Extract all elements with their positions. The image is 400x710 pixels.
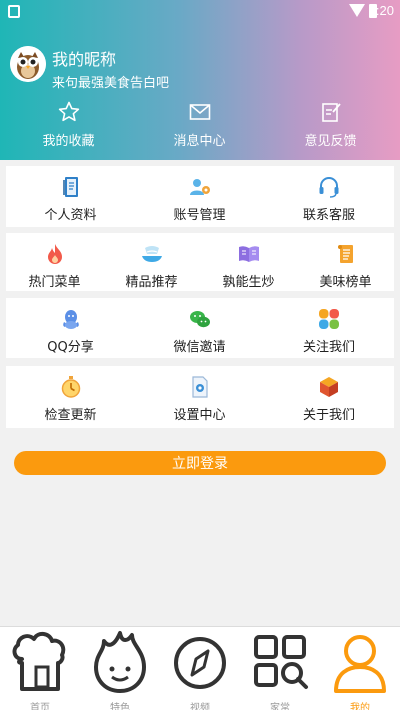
home-chef-icon <box>12 632 66 691</box>
tab-homestyle[interactable]: 家常 <box>240 629 320 710</box>
tab-mine[interactable]: 我的 <box>320 629 400 710</box>
wechat-invite-button[interactable]: 微信邀请 <box>135 298 264 358</box>
wechat-icon <box>189 311 210 328</box>
wifi-icon <box>349 4 365 17</box>
account-card: 个人资料 账号管理 联系客服 <box>6 166 394 227</box>
profile-book-icon <box>62 177 78 197</box>
tab-home[interactable]: 首页 <box>0 629 80 710</box>
hot-menu-label: 热门菜单 <box>28 275 81 290</box>
personal-info-button[interactable]: 个人资料 <box>6 166 135 227</box>
account-manage-label: 账号管理 <box>173 208 226 223</box>
headset-icon <box>319 177 339 198</box>
recommendations-button[interactable]: 精品推荐 <box>103 233 200 291</box>
message-center-label: 消息中心 <box>173 134 226 149</box>
tab-home-label: 首页 <box>30 703 50 710</box>
ranking-label: 美味榜单 <box>319 275 372 290</box>
check-update-label: 检查更新 <box>44 408 97 423</box>
hot-menu-button[interactable]: 热门菜单 <box>6 233 103 291</box>
qq-icon <box>62 310 79 329</box>
settings-center-button[interactable]: 设置中心 <box>135 366 264 428</box>
cooking-skills-label: 孰能生炒 <box>222 275 275 290</box>
owl-icon <box>10 46 46 82</box>
check-update-button[interactable]: 检查更新 <box>6 366 135 428</box>
social-card: QQ分享 微信邀请 关注我们 <box>6 298 394 358</box>
wechat-invite-label: 微信邀请 <box>173 340 226 355</box>
tab-mine-label: 我的 <box>350 703 370 710</box>
tab-video-label: 视频 <box>190 703 210 710</box>
stopwatch-icon <box>61 376 80 398</box>
status-time: 9:20 <box>368 3 394 18</box>
follow-us-label: 关注我们 <box>302 340 355 355</box>
profile-header: 9:20 我的昵称 来句最强美食告白吧 我的收藏 消息中心 意见反馈 <box>0 0 400 160</box>
ranking-button[interactable]: 美味榜单 <box>297 233 394 291</box>
account-manage-icon <box>189 179 210 195</box>
open-book-icon <box>238 246 259 262</box>
tagline[interactable]: 来句最强美食告白吧 <box>52 72 169 91</box>
personal-info-label: 个人资料 <box>44 208 97 223</box>
feedback-label: 意见反馈 <box>304 134 357 149</box>
tab-video[interactable]: 视频 <box>160 629 240 710</box>
recipes-card: 热门菜单 精品推荐 孰能生炒 美味榜单 <box>6 233 394 291</box>
star-icon <box>58 101 79 122</box>
follow-us-button[interactable]: 关注我们 <box>264 298 394 358</box>
flame-icon <box>47 244 62 264</box>
person-icon <box>334 635 386 693</box>
flame-face-icon <box>94 631 146 693</box>
tab-featured-label: 特色 <box>110 703 130 710</box>
settings-center-label: 设置中心 <box>173 408 226 423</box>
clover-icon <box>319 309 339 329</box>
cube-icon <box>320 377 338 397</box>
status-bar: 9:20 <box>0 0 400 24</box>
scroll-icon <box>337 245 353 263</box>
avatar[interactable] <box>10 46 46 82</box>
system-card: 检查更新 设置中心 关于我们 <box>6 366 394 428</box>
message-center-button[interactable]: 消息中心 <box>133 100 266 154</box>
compass-icon <box>174 637 226 689</box>
about-us-label: 关于我们 <box>302 408 355 423</box>
tab-homestyle-label: 家常 <box>270 703 290 710</box>
my-favorites-button[interactable]: 我的收藏 <box>2 100 135 154</box>
qq-share-label: QQ分享 <box>47 340 94 355</box>
feedback-button[interactable]: 意见反馈 <box>264 100 397 154</box>
edit-icon <box>321 103 341 122</box>
dish-icon <box>141 246 162 262</box>
nickname[interactable]: 我的昵称 <box>52 46 116 70</box>
about-us-button[interactable]: 关于我们 <box>264 366 394 428</box>
login-button[interactable]: 立即登录 <box>14 451 386 475</box>
tab-featured[interactable]: 特色 <box>80 629 160 710</box>
notification-icon <box>8 5 20 18</box>
mail-icon <box>189 104 210 120</box>
my-favorites-label: 我的收藏 <box>42 134 95 149</box>
qq-share-button[interactable]: QQ分享 <box>6 298 135 358</box>
contact-service-button[interactable]: 联系客服 <box>264 166 394 227</box>
contact-service-label: 联系客服 <box>302 208 355 223</box>
grid-search-icon <box>254 635 308 689</box>
account-manage-button[interactable]: 账号管理 <box>135 166 264 227</box>
bottom-tab-bar: 首页 特色 视频 家常 我的 <box>0 626 400 710</box>
recommendations-label: 精品推荐 <box>125 275 178 290</box>
cooking-skills-button[interactable]: 孰能生炒 <box>200 233 297 291</box>
settings-doc-icon <box>191 376 208 398</box>
